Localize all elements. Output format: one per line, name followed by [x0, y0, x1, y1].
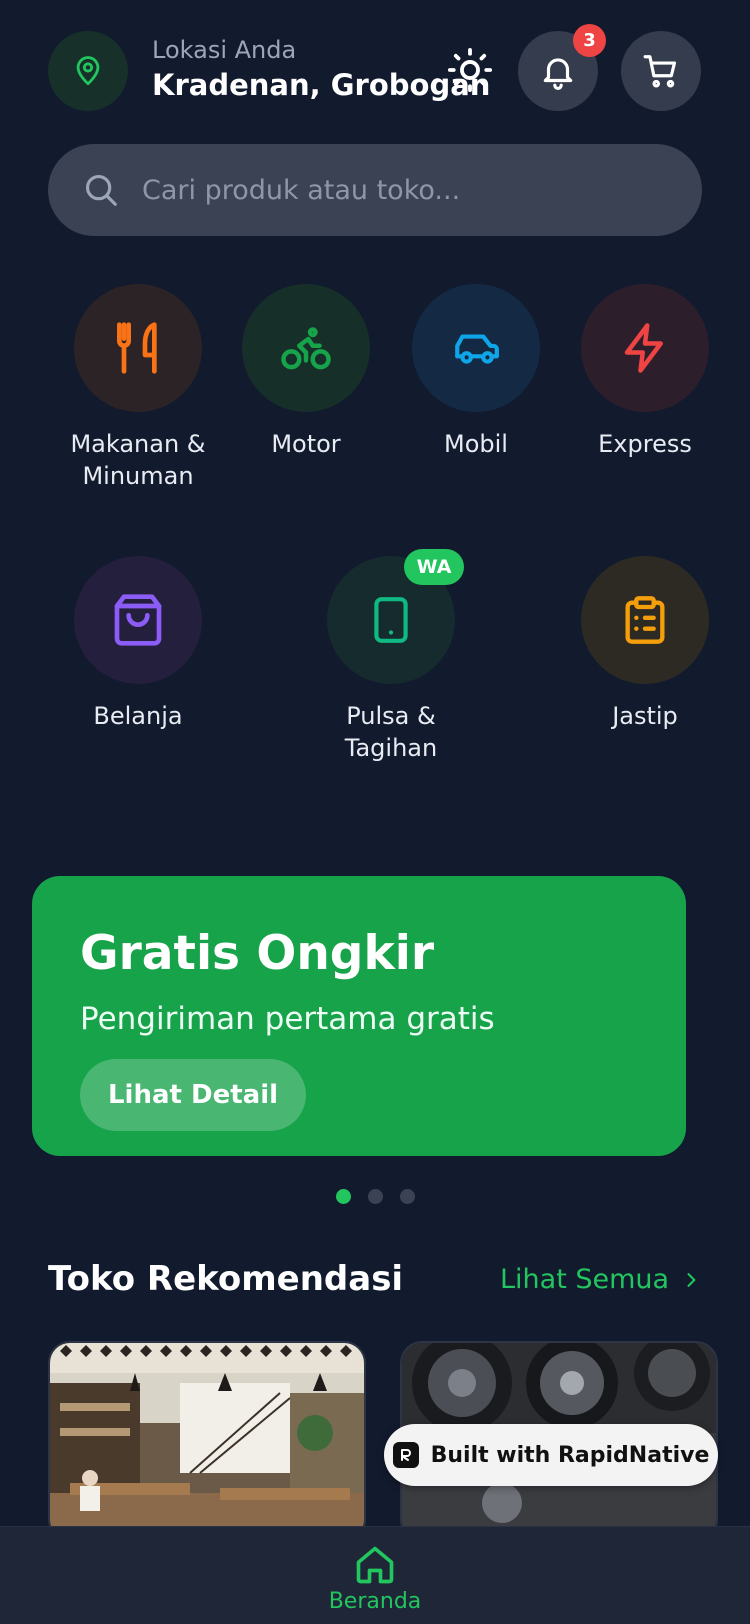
location-value[interactable]: Kradenan, Grobogan — [152, 68, 490, 102]
promo-subtitle: Pengiriman pertama gratis — [80, 1001, 495, 1037]
smartphone-icon — [374, 597, 408, 643]
rapidnative-logo-icon — [392, 1442, 419, 1468]
carousel-dot-active[interactable] — [336, 1189, 351, 1204]
category-shopping[interactable]: Belanja — [53, 556, 223, 732]
chevron-right-icon — [687, 1272, 696, 1287]
car-icon — [455, 334, 499, 364]
notification-badge: 3 — [573, 24, 606, 57]
category-jastip[interactable]: Jastip — [560, 556, 730, 732]
search-icon — [85, 174, 117, 206]
clipboard-icon — [625, 596, 665, 644]
carousel-dot[interactable] — [368, 1189, 383, 1204]
location-icon-container[interactable] — [48, 31, 128, 111]
bottom-navigation: Beranda — [0, 1526, 750, 1624]
category-shopping-circle — [74, 556, 202, 684]
category-label: Jastip — [612, 702, 678, 730]
sun-icon — [447, 47, 493, 93]
theme-toggle-button[interactable] — [446, 46, 494, 94]
section-title: Toko Rekomendasi — [48, 1259, 404, 1299]
category-food[interactable]: Makanan & Minuman — [53, 284, 223, 492]
bike-icon — [281, 327, 331, 370]
see-all-label: Lihat Semua — [500, 1264, 670, 1295]
search-bar[interactable] — [48, 144, 702, 236]
category-label: Motor — [271, 430, 341, 458]
home-icon — [356, 1546, 394, 1584]
category-label: Makanan & Minuman — [70, 430, 206, 490]
utensils-icon — [117, 322, 157, 374]
bell-icon — [543, 58, 573, 90]
shopping-cart-icon — [643, 55, 677, 88]
built-with-badge[interactable]: Built with RapidNative — [384, 1424, 718, 1486]
promo-banner[interactable]: Gratis Ongkir Pengiriman pertama gratis … — [32, 876, 686, 1156]
carousel-dot[interactable] — [400, 1189, 415, 1204]
promo-detail-button[interactable]: Lihat Detail — [80, 1059, 306, 1131]
search-input[interactable] — [142, 174, 662, 206]
store-card[interactable] — [48, 1341, 366, 1541]
category-motor-circle — [242, 284, 370, 412]
nav-home-label: Beranda — [328, 1589, 422, 1614]
whatsapp-badge: WA — [404, 549, 464, 585]
nav-item-home[interactable]: Beranda — [0, 1527, 750, 1614]
category-express-circle — [581, 284, 709, 412]
category-jastip-circle — [581, 556, 709, 684]
category-pulsa[interactable]: Pulsa & Tagihan — [306, 556, 476, 764]
built-with-label: Built with RapidNative — [430, 1442, 710, 1468]
category-label: Mobil — [444, 430, 508, 458]
category-label: Belanja — [93, 702, 183, 730]
category-label: Pulsa & Tagihan — [344, 702, 438, 762]
category-food-circle — [74, 284, 202, 412]
lightning-icon — [624, 323, 663, 373]
shopping-bag-icon — [114, 594, 162, 646]
promo-title: Gratis Ongkir — [80, 926, 434, 981]
cart-button[interactable] — [621, 31, 701, 111]
see-all-link[interactable]: Lihat Semua — [500, 1264, 701, 1295]
category-label: Express — [598, 430, 692, 458]
map-pin-icon — [76, 56, 100, 86]
category-motor[interactable]: Motor — [221, 284, 391, 460]
category-car-circle — [412, 284, 540, 412]
category-car[interactable]: Mobil — [391, 284, 561, 460]
category-express[interactable]: Express — [560, 284, 730, 460]
location-label: Lokasi Anda — [152, 36, 297, 64]
store-image-cafe — [50, 1343, 364, 1539]
